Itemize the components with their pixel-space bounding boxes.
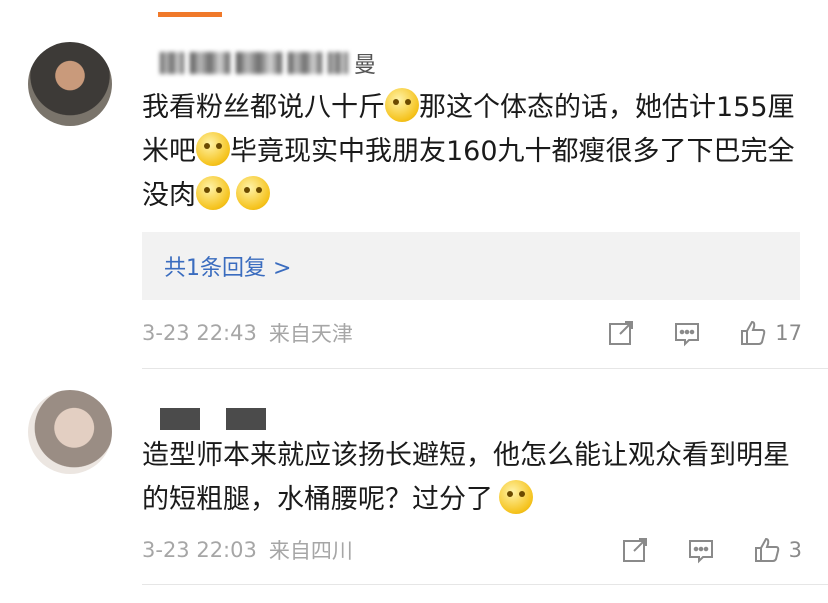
comment-text-part: 我看粉丝都说八十斤 [142, 92, 385, 123]
reply-box[interactable]: 共1条回复 > [142, 232, 800, 300]
like-count: 17 [775, 321, 802, 345]
username[interactable]: 曼 [160, 52, 376, 78]
username[interactable] [160, 408, 266, 430]
comment-meta: 3-23 22:43 来自天津 17 [142, 318, 802, 348]
laugh-cry-emoji [385, 88, 419, 122]
highlight-bar [158, 12, 222, 17]
comment-text: 造型师本来就应该扬长避短，他怎么能让观众看到明星的短粗腿，水桶腰呢？过分了 [142, 434, 802, 522]
thumbs-up-icon [741, 320, 766, 345]
comment-text-part: 造型师本来就应该扬长避短，他怎么能让观众看到明星的短粗腿，水桶腰呢？过分了 [142, 440, 790, 515]
comment-icon[interactable] [687, 536, 715, 564]
divider [142, 368, 828, 369]
view-replies-link[interactable]: 共1条回复 > [164, 250, 291, 282]
comment-text: 我看粉丝都说八十斤 那这个体态的话，她估计155厘米吧 毕竟现实中我朋友160九十都… [142, 86, 802, 218]
username-redacted [160, 408, 200, 430]
divider [142, 584, 828, 585]
avatar[interactable] [28, 42, 112, 126]
crying-emoji [236, 176, 270, 210]
username-suffix: 曼 [354, 53, 377, 78]
comment-meta: 3-23 22:03 来自四川 3 [142, 535, 802, 565]
like-button[interactable]: 17 [739, 319, 802, 347]
share-icon[interactable] [621, 536, 649, 564]
timestamp: 3-23 22:43 [142, 321, 257, 345]
awkward-smile-emoji [499, 480, 533, 514]
avatar[interactable] [28, 390, 112, 474]
awkward-smile-emoji [196, 132, 230, 166]
username-redacted [160, 52, 184, 74]
like-count: 3 [788, 538, 802, 562]
timestamp: 3-23 22:03 [142, 538, 257, 562]
comment-icon[interactable] [673, 319, 701, 347]
username-redacted [236, 52, 282, 74]
thumbs-up-icon [754, 537, 779, 562]
comment-actions: 17 [607, 319, 802, 347]
username-redacted [190, 52, 230, 74]
location: 来自四川 [268, 539, 353, 563]
awkward-smile-emoji [196, 176, 230, 210]
comment-actions: 3 [621, 536, 802, 564]
username-redacted [226, 408, 266, 430]
location: 来自天津 [268, 322, 353, 346]
like-button[interactable]: 3 [753, 536, 802, 564]
username-redacted [288, 52, 322, 74]
share-icon[interactable] [607, 319, 635, 347]
username-redacted [328, 52, 348, 74]
